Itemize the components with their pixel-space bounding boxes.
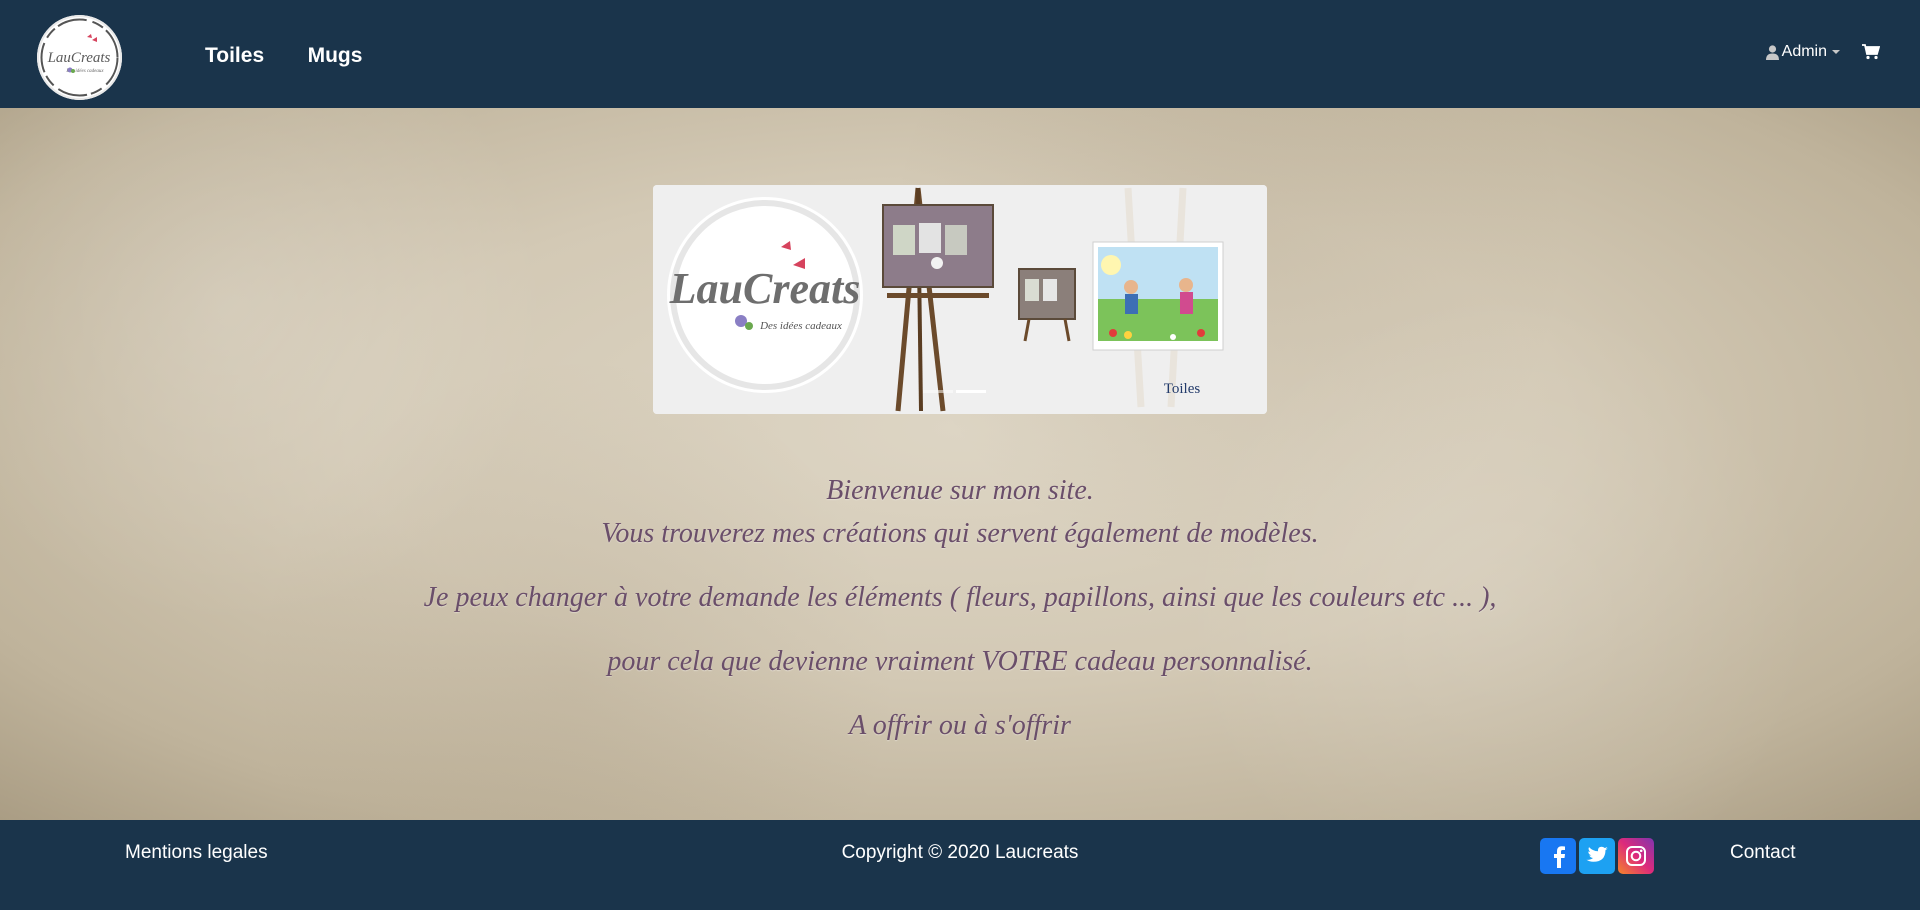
welcome-line: pour cela que devienne vraiment VOTRE ca… — [607, 646, 1313, 677]
carousel-image: LauCreats Des idées cadeaux — [653, 185, 1267, 414]
welcome-line: Bienvenue sur mon site. — [826, 475, 1094, 506]
social-links — [1540, 838, 1657, 874]
welcome-message: Bienvenue sur mon site. Vous trouverez m… — [0, 475, 1920, 753]
carousel-indicator-2[interactable] — [956, 390, 986, 393]
nav-link-mugs[interactable]: Mugs — [308, 44, 363, 68]
chevron-down-icon — [1832, 50, 1840, 54]
site-logo[interactable]: LauCreats Des idées cadeaux — [37, 15, 122, 100]
banner-logo-wordmark: LauCreats — [669, 264, 861, 313]
twitter-icon[interactable] — [1579, 838, 1615, 874]
welcome-line: Je peux changer à votre demande les élém… — [423, 582, 1497, 613]
user-icon — [1765, 44, 1779, 60]
welcome-line: A offrir ou à s'offrir — [849, 710, 1071, 741]
footer: Mentions legales Copyright © 2020 Laucre… — [0, 820, 1920, 910]
main-content: LauCreats Des idées cadeaux Toiles Bienv… — [0, 108, 1920, 820]
instagram-icon[interactable] — [1618, 838, 1654, 874]
logo-wordmark: LauCreats — [47, 50, 111, 66]
nav-link-toiles[interactable]: Toiles — [205, 44, 264, 68]
carousel-indicators — [923, 390, 989, 393]
carousel-caption: Toiles — [1163, 381, 1201, 397]
legal-notice-link[interactable]: Mentions legales — [125, 842, 268, 864]
welcome-line: Vous trouverez mes créations qui servent… — [601, 518, 1319, 549]
cart-icon — [1862, 44, 1880, 60]
navbar: LauCreats Des idées cadeaux Toiles Mugs … — [0, 0, 1920, 108]
admin-label: Admin — [1781, 43, 1827, 60]
carousel-banner[interactable]: LauCreats Des idées cadeaux Toiles — [653, 185, 1267, 414]
banner-logo-tagline: Des idées cadeaux — [759, 320, 842, 332]
cart-button[interactable] — [1862, 44, 1880, 60]
facebook-icon[interactable] — [1540, 838, 1576, 874]
contact-link[interactable]: Contact — [1730, 842, 1795, 864]
carousel-indicator-1[interactable] — [923, 390, 953, 393]
admin-dropdown[interactable]: Admin — [1765, 43, 1840, 61]
